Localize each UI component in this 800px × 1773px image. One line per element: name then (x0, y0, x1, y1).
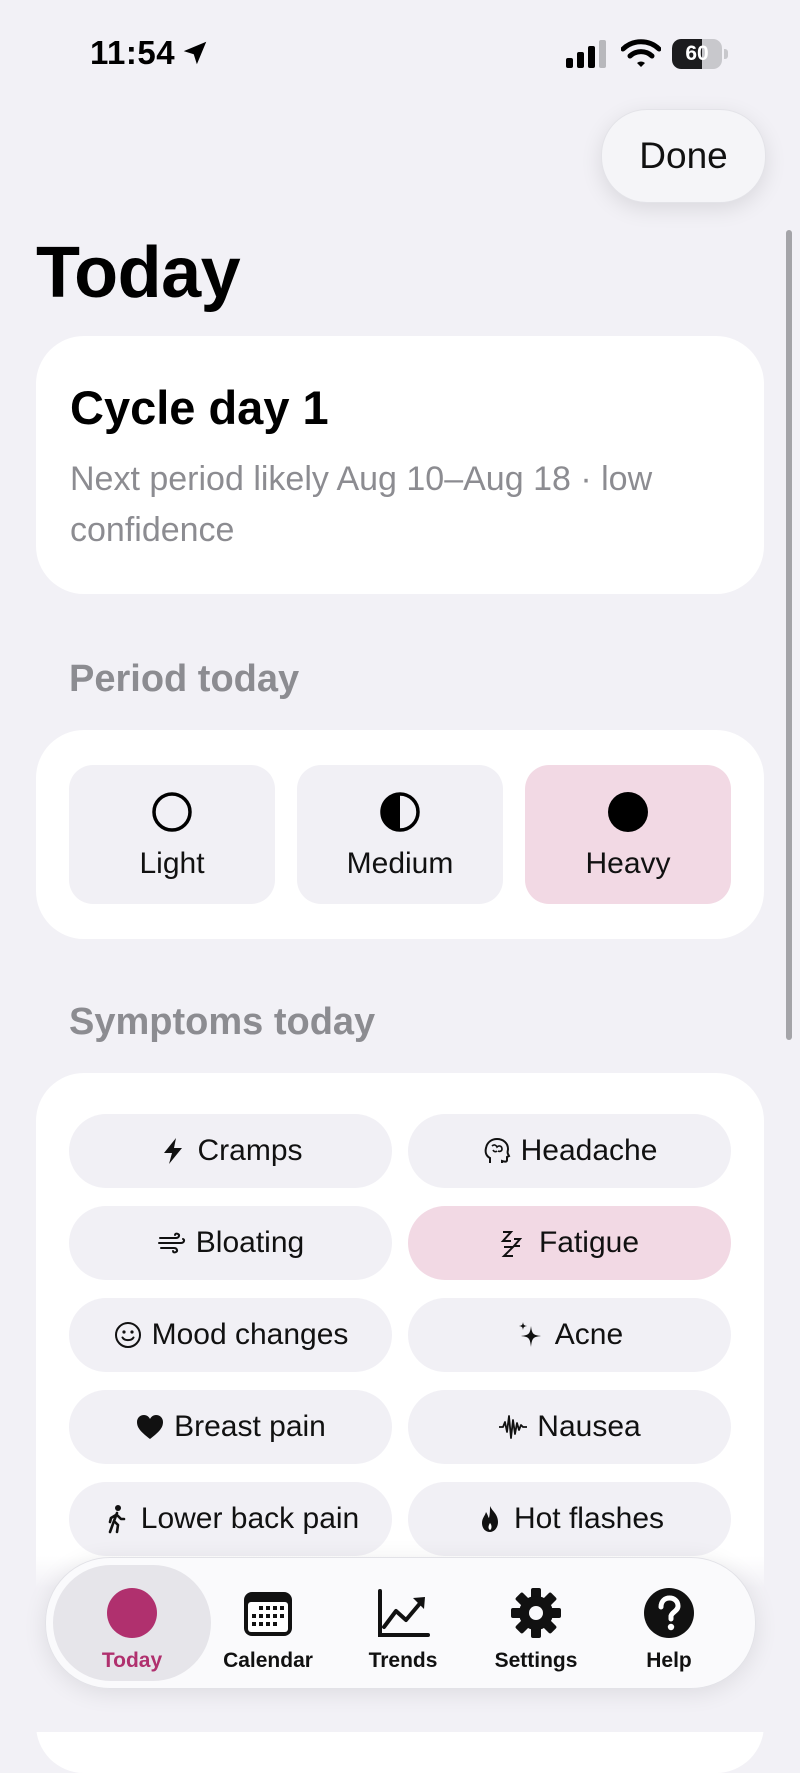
symptom-chip-nausea[interactable]: Nausea (408, 1390, 731, 1464)
symptom-chip-cramps[interactable]: Cramps (69, 1114, 392, 1188)
tab-today[interactable]: Today (53, 1565, 211, 1681)
sparkles-icon (516, 1320, 546, 1350)
half-circle-icon (380, 792, 420, 832)
battery-percent: 60 (685, 42, 709, 65)
period-flow-card: Light Medium Heavy (36, 730, 764, 939)
filled-circle-icon (608, 792, 648, 832)
help-circle-icon (644, 1588, 694, 1638)
tab-trends[interactable]: Trends (337, 1565, 469, 1681)
period-section-label: Period today (69, 658, 300, 700)
chart-line-icon (378, 1589, 430, 1637)
symptom-label: Breast pain (174, 1410, 326, 1443)
brain-head-icon (482, 1136, 512, 1166)
tab-label: Settings (494, 1649, 578, 1672)
flow-option-label: Light (139, 847, 205, 880)
tab-bar: Today Calendar Trends Settings Help (45, 1557, 756, 1689)
symptom-label: Cramps (197, 1134, 303, 1167)
flow-option-medium[interactable]: Medium (297, 765, 503, 904)
symptom-chip-breast-pain[interactable]: Breast pain (69, 1390, 392, 1464)
cellular-signal-icon (566, 40, 606, 68)
tab-label: Trends (368, 1649, 438, 1672)
wifi-icon (621, 39, 661, 67)
wind-icon (157, 1228, 187, 1258)
symptom-chip-lower-back-pain[interactable]: Lower back pain (69, 1482, 392, 1556)
symptom-chip-fatigue[interactable]: Fatigue (408, 1206, 731, 1280)
symptom-chip-acne[interactable]: Acne (408, 1298, 731, 1372)
flow-option-label: Medium (346, 847, 454, 880)
symptom-label: Headache (520, 1134, 658, 1167)
symptom-label: Mood changes (151, 1318, 349, 1351)
symptom-label: Acne (554, 1318, 624, 1351)
page-title: Today (36, 233, 241, 313)
symptom-label: Fatigue (538, 1226, 640, 1259)
symptom-chip-mood-changes[interactable]: Mood changes (69, 1298, 392, 1372)
walking-figure-icon (102, 1504, 132, 1534)
cycle-card: Cycle day 1 Next period likely Aug 10–Au… (36, 336, 764, 594)
symptom-label: Bloating (195, 1226, 305, 1259)
today-dot-icon (107, 1588, 157, 1638)
done-button[interactable]: Done (601, 109, 766, 203)
tab-label: Today (101, 1649, 163, 1672)
status-bar: 11:54 60 (0, 0, 800, 100)
smiley-icon (113, 1320, 143, 1350)
calendar-icon (244, 1592, 292, 1636)
tab-label: Help (646, 1649, 692, 1672)
flame-icon (475, 1504, 505, 1534)
circle-outline-icon (152, 792, 192, 832)
symptom-chip-hot-flashes[interactable]: Hot flashes (408, 1482, 731, 1556)
location-arrow-icon (183, 41, 207, 65)
symptom-chip-headache[interactable]: Headache (408, 1114, 731, 1188)
scroll-indicator[interactable] (786, 230, 792, 1040)
battery-icon: 60 (672, 39, 728, 69)
symptom-label: Lower back pain (140, 1502, 360, 1535)
flow-option-label: Heavy (585, 847, 671, 880)
tab-calendar[interactable]: Calendar (202, 1565, 334, 1681)
zzz-icon (500, 1228, 530, 1258)
waveform-icon (498, 1412, 528, 1442)
symptoms-section-label: Symptoms today (69, 1001, 376, 1043)
gear-icon (511, 1588, 561, 1638)
symptom-label: Nausea (537, 1410, 641, 1443)
bolt-icon (158, 1136, 188, 1166)
symptom-chip-bloating[interactable]: Bloating (69, 1206, 392, 1280)
next-period-prediction: Next period likely Aug 10–Aug 18 · low c… (70, 460, 653, 549)
cycle-day-title: Cycle day 1 (70, 381, 329, 434)
flow-option-light[interactable]: Light (69, 765, 275, 904)
heart-icon (135, 1412, 165, 1442)
flow-option-heavy[interactable]: Heavy (525, 765, 731, 904)
tab-help[interactable]: Help (603, 1565, 735, 1681)
tab-settings[interactable]: Settings (470, 1565, 602, 1681)
tab-label: Calendar (223, 1649, 313, 1672)
symptom-label: Hot flashes (513, 1502, 665, 1535)
status-time: 11:54 (90, 34, 176, 71)
